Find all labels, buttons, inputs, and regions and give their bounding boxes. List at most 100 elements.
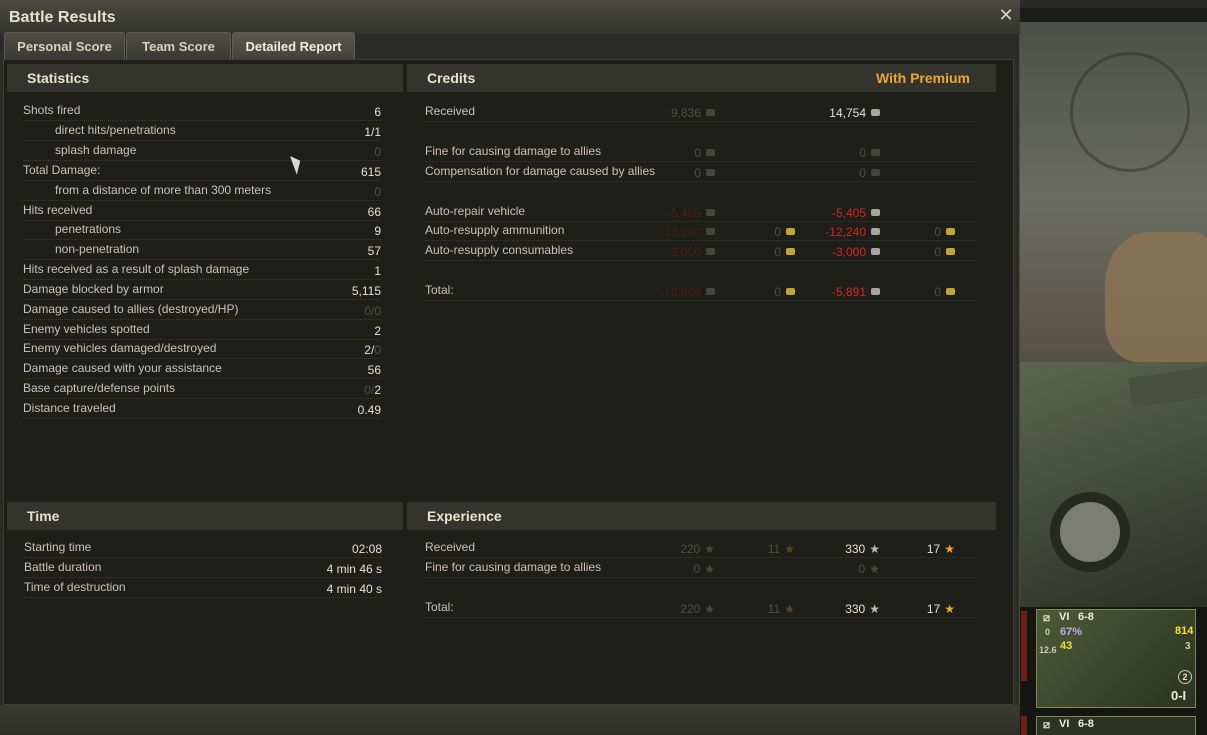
statistics-row-value: 0/0 [364,304,381,318]
statistics-row-value: 66 [367,205,381,219]
credits-row-label: Total: [425,283,454,297]
credits-base-amount: 9,836 [670,106,701,120]
gold-amount: 0 [934,245,941,259]
statistics-row-label: Enemy vehicles spotted [23,322,150,336]
experience-premium-value: 330 ★ [760,540,880,558]
experience-star-icon: ★ [869,562,880,576]
credits-row: Auto-resupply consumables -3,000 0 -3,000 0 [425,241,975,261]
gold-icon [946,288,955,295]
experience-premium-free: 17 ★ [895,600,955,618]
statistics-row: non-penetration 57 [23,240,381,260]
credits-base-amount: 0 [694,146,701,160]
statistics-row: Hits received 66 [23,201,381,221]
credits-premium-value: -5,891 [760,283,880,301]
experience-row-label: Total: [425,600,454,614]
experience-star-icon: ★ [869,542,880,556]
experience-premium-free: 17 ★ [895,540,955,558]
credits-base-amount: -10,809 [660,285,701,299]
experience-row-label: Fine for causing damage to allies [425,560,602,574]
right-stat: 3 [1185,641,1191,652]
damage-value: 814 [1175,625,1194,637]
vehicle-level-range: 6-8 [1078,611,1094,623]
credits-premium-gold: 0 [895,283,955,301]
statistics-value-part: 2 [374,383,381,397]
statistics-row: penetrations 9 [23,220,381,240]
statistics-row-label: penetrations [55,222,122,236]
credits-premium-amount: 0 [859,146,866,160]
statistics-row-value: 0 [374,145,381,159]
credits-icon [871,228,880,235]
statistics-row-value: 56 [367,363,381,377]
credits-icon [706,169,715,176]
vehicle-card[interactable]: ⧄ VI 6-8 [1036,716,1196,735]
gold-icon [946,248,955,255]
credits-row: Received 9,836 14,754 [425,102,975,122]
statistics-row-label: Hits received as a result of splash dama… [23,262,250,276]
credits-base-value: 0 [595,164,715,182]
credits-row: Auto-resupply ammunition -12,240 0 -12,240 0 [425,221,975,241]
window-title: Battle Results [9,9,116,26]
experience-heading: Experience [407,502,996,530]
statistics-row-label: direct hits/penetrations [55,123,176,137]
statistics-row-label: from a distance of more than 300 meters [55,183,272,197]
credits-base-value: -12,240 [595,223,715,241]
credits-premium-value: -5,405 [760,204,880,222]
tab-detailed-report[interactable]: Detailed Report [232,32,355,59]
credits-premium-gold: 0 [895,223,955,241]
credits-icon [871,288,880,295]
time-row-value: 02:08 [351,542,382,556]
crew-percent: 67% [1060,626,1083,638]
statistics-row-label: Enemy vehicles damaged/destroyed [23,341,217,355]
time-row-label: Battle duration [24,560,102,574]
statistics-row-value: 5,115 [351,284,381,298]
carousel-card-edge [1021,716,1027,735]
time-row-label: Starting time [24,540,92,554]
statistics-row-label: Base capture/defense points [23,381,176,395]
gold-amount: 0 [934,285,941,299]
credits-icon [871,109,880,116]
left-stat-b: 12.6 [1039,645,1057,655]
statistics-row: splash damage 0 [23,141,381,161]
credits-premium-value: -12,240 [760,223,880,241]
statistics-row-label: Damage caused to allies (destroyed/HP) [23,302,239,316]
statistics-row: Base capture/defense points 0/2 [23,379,381,399]
statistics-row: Enemy vehicles spotted 2 [23,320,381,340]
credits-icon [871,169,880,176]
statistics-row-value: 0/2 [364,381,381,399]
vehicle-level-range: 6-8 [1078,718,1094,730]
window-footer [0,705,1020,735]
credits-row-label: Fine for causing damage to allies [425,144,602,158]
experience-base-amount: 220 [680,542,701,556]
time-row: Starting time 02:08 [24,538,382,558]
credits-row-label: Auto-resupply ammunition [425,223,565,237]
statistics-row: Distance traveled 0.49 [23,399,381,419]
vehicle-card[interactable]: ⧄ VI 6-8 0 67% 12.6 43 814 3 2 0-I [1036,609,1196,708]
credits-base-amount: -5,405 [666,206,701,220]
tier-icon: ⧄ [1043,719,1050,731]
credits-icon [871,209,880,216]
credits-icon [706,228,715,235]
credits-base-amount: -12,240 [660,225,701,239]
experience-row-label: Received [425,540,476,554]
statistics-row-label: Damage blocked by armor [23,282,164,296]
credits-row: Total: -10,809 0 -5,891 0 [425,281,975,301]
credits-row-label: Received [425,104,476,118]
credits-base-value: 0 [595,144,715,162]
close-icon[interactable]: ✕ [998,6,1014,24]
statistics-row-value: 2 [374,324,381,338]
credits-icon [871,248,880,255]
credits-premium-amount: -3,000 [831,245,866,259]
tab-team-score[interactable]: Team Score [126,32,231,59]
credits-premium-gold: 0 [895,243,955,261]
statistics-row-label: splash damage [55,143,137,157]
time-row-label: Time of destruction [24,580,126,594]
statistics-value-part: 0 [374,343,381,357]
credits-icon [871,149,880,156]
credits-icon [706,149,715,156]
time-row: Battle duration 4 min 46 s [24,558,382,578]
time-row-value: 4 min 46 s [326,562,382,576]
statistics-heading: Statistics [7,64,403,92]
time-heading: Time [7,502,403,530]
credits-base-amount: -3,000 [666,245,701,259]
tab-personal-score[interactable]: Personal Score [4,32,125,59]
